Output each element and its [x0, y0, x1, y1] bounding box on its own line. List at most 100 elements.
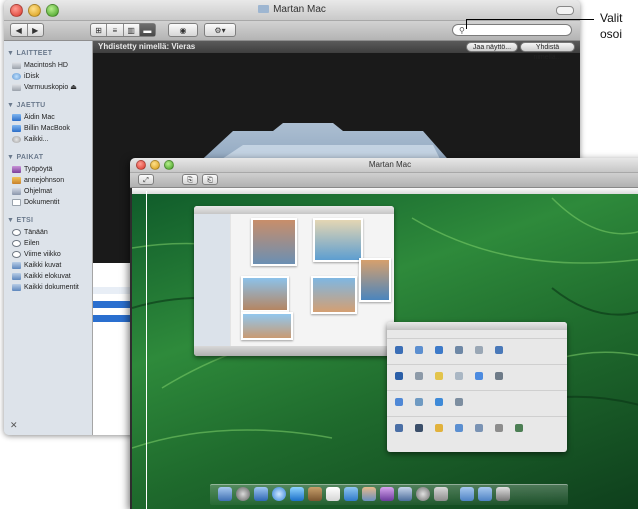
file-list-strip — [93, 263, 133, 435]
itunes-dock-icon[interactable] — [344, 487, 358, 501]
imovie-dock-icon[interactable] — [380, 487, 394, 501]
time-machine-dock-icon[interactable] — [416, 487, 430, 501]
sidebar-item-home[interactable]: annejohnson — [4, 175, 92, 186]
address-book-dock-icon[interactable] — [308, 487, 322, 501]
sidebar-item-idisk[interactable]: iDisk — [4, 71, 92, 82]
documents-folder-dock-icon[interactable] — [478, 487, 492, 501]
sidebar-item-last-week[interactable]: Viime viikko — [4, 249, 92, 260]
sidebar-item-desktop[interactable]: Työpöytä — [4, 164, 92, 175]
action-menu-button[interactable]: ⚙▾ — [204, 23, 236, 37]
iphoto-dock-icon[interactable] — [362, 487, 376, 501]
connect-as-button[interactable]: Yhdistä nimellä... — [520, 42, 575, 61]
pref-icon[interactable] — [495, 372, 503, 380]
remote-system-preferences — [387, 322, 567, 452]
network-icon — [12, 136, 21, 143]
pref-icon[interactable] — [475, 372, 483, 380]
column-view-button[interactable]: ▥ — [124, 24, 140, 36]
pref-icon[interactable] — [395, 346, 403, 354]
sidebar-item-yesterday[interactable]: Eilen — [4, 238, 92, 249]
applications-folder-dock-icon[interactable] — [460, 487, 474, 501]
sidebar-item-kaikki[interactable]: Kaikki... — [4, 134, 92, 145]
pref-icon[interactable] — [435, 346, 443, 354]
sidebar-action-icon[interactable]: ✕ — [10, 420, 18, 431]
clipboard-get-button[interactable]: ⎘ — [182, 174, 198, 185]
pref-icon[interactable] — [435, 424, 443, 432]
sidebar-item-documents[interactable]: Dokumentit — [4, 197, 92, 208]
finder-dock-icon[interactable] — [218, 487, 232, 501]
coverflow-view-button[interactable]: ▬ — [139, 24, 155, 36]
photo-thumbnail[interactable] — [311, 276, 357, 314]
pref-icon[interactable] — [455, 372, 463, 380]
pref-icon[interactable] — [455, 398, 463, 406]
macbook-icon — [12, 125, 21, 132]
pref-icon[interactable] — [415, 398, 423, 406]
fit-screen-button[interactable]: ⤢ — [138, 174, 154, 185]
spaces-dock-icon[interactable] — [398, 487, 412, 501]
view-mode-control: ⊞ ≡ ▥ ▬ — [90, 23, 156, 37]
prefs-section — [387, 390, 567, 413]
forward-arrow-icon[interactable]: ▶ — [28, 24, 44, 36]
photo-thumbnail[interactable] — [251, 218, 297, 266]
sidebar-item-all-documents[interactable]: Kaikki dokumentit — [4, 282, 92, 293]
pref-icon[interactable] — [515, 424, 523, 432]
trash-dock-icon[interactable] — [496, 487, 510, 501]
pref-icon[interactable] — [495, 346, 503, 354]
list-row[interactable] — [93, 287, 133, 294]
finder-titlebar: Martan Mac — [4, 0, 580, 21]
ical-dock-icon[interactable] — [326, 487, 340, 501]
mail-dock-icon[interactable] — [254, 487, 268, 501]
sidebar-item-billin-macbook[interactable]: Billin MacBook — [4, 123, 92, 134]
sidebar-header-search: ▼ ETSI — [7, 217, 34, 224]
pref-icon[interactable] — [395, 398, 403, 406]
clock-icon — [12, 251, 21, 258]
back-arrow-icon[interactable]: ◀ — [11, 24, 28, 36]
pref-icon[interactable] — [455, 424, 463, 432]
photo-thumbnail[interactable] — [241, 276, 289, 312]
pref-icon[interactable] — [415, 346, 423, 354]
remote-iphoto-window — [194, 206, 394, 356]
pref-icon[interactable] — [395, 372, 403, 380]
icon-view-button[interactable]: ⊞ — [91, 24, 108, 36]
pref-icon[interactable] — [435, 372, 443, 380]
share-screen-button[interactable]: Jaa näyttö... — [466, 42, 518, 52]
share-window-title: Martan Mac — [368, 160, 412, 169]
pref-icon[interactable] — [455, 346, 463, 354]
folder-icon — [258, 5, 270, 13]
list-view-button[interactable]: ≡ — [107, 24, 124, 36]
toolbar-toggle-button[interactable] — [556, 6, 574, 15]
sidebar-item-macintosh-hd[interactable]: Macintosh HD — [4, 60, 92, 71]
photo-thumbnail[interactable] — [359, 258, 391, 302]
connection-bar: Yhdistetty nimellä: Vieras Jaa näyttö...… — [93, 41, 580, 61]
dashboard-dock-icon[interactable] — [236, 487, 250, 501]
sidebar-item-backup[interactable]: Varmuuskopio ⏏ — [4, 82, 92, 93]
sidebar-item-applications[interactable]: Ohjelmat — [4, 186, 92, 197]
sidebar-item-all-movies[interactable]: Kaikki elokuvat — [4, 271, 92, 282]
sidebar-header-devices: ▼ LAITTEET — [7, 50, 53, 57]
share-titlebar: Martan Mac — [130, 158, 638, 173]
photo-thumbnail[interactable] — [241, 312, 293, 340]
clipboard-send-button[interactable]: ⎗ — [202, 174, 218, 185]
system-prefs-dock-icon[interactable] — [434, 487, 448, 501]
safari-dock-icon[interactable] — [272, 487, 286, 501]
pref-icon[interactable] — [475, 346, 483, 354]
pref-icon[interactable] — [395, 424, 403, 432]
photo-thumbnail[interactable] — [313, 218, 363, 262]
pref-icon[interactable] — [415, 372, 423, 380]
iphoto-bottom-bar — [194, 346, 394, 356]
list-row[interactable] — [93, 301, 133, 308]
list-row[interactable] — [93, 315, 133, 322]
pref-icon[interactable] — [495, 424, 503, 432]
search-input[interactable]: ⚲ — [452, 24, 572, 36]
prefs-section — [387, 338, 567, 361]
pref-icon[interactable] — [475, 424, 483, 432]
sidebar-item-aidin-mac[interactable]: Äidin Mac — [4, 112, 92, 123]
pref-icon[interactable] — [435, 398, 443, 406]
sidebar-item-all-images[interactable]: Kaikki kuvat — [4, 260, 92, 271]
pref-icon[interactable] — [415, 424, 423, 432]
quicklook-button[interactable]: ◉ — [168, 23, 198, 37]
ichat-dock-icon[interactable] — [290, 487, 304, 501]
desktop-icon — [12, 166, 21, 173]
prefs-section — [387, 364, 567, 387]
sidebar-item-today[interactable]: Tänään — [4, 227, 92, 238]
eject-icon[interactable]: ⏏ — [70, 84, 77, 91]
